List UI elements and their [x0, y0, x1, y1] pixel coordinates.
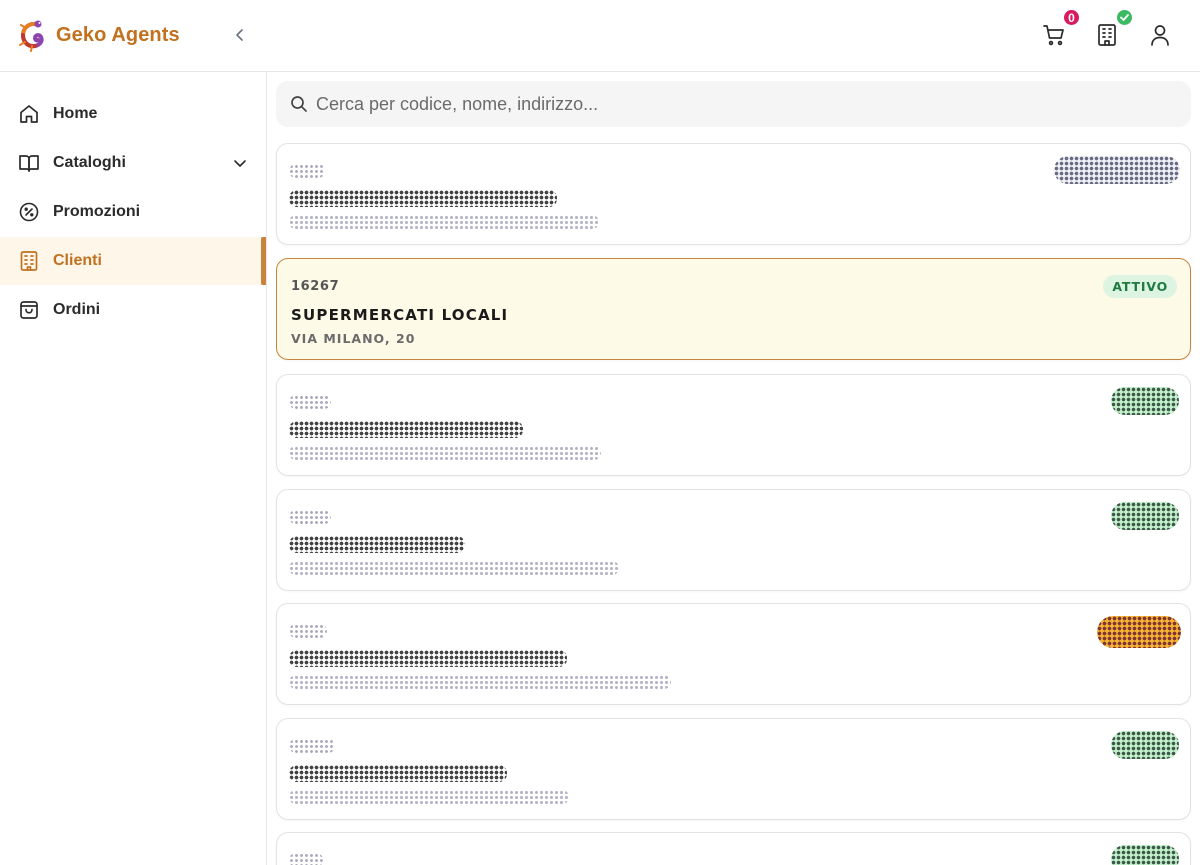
- redacted-address: [289, 215, 599, 229]
- redacted-name: [289, 765, 507, 782]
- chevron-left-icon: [236, 29, 243, 41]
- sidebar-item-home[interactable]: Home: [0, 90, 266, 138]
- search-icon: [291, 96, 307, 112]
- percent-badge-icon: [18, 201, 40, 223]
- redacted-status-badge: [1097, 616, 1181, 648]
- status-badge: ATTIVO: [1103, 275, 1177, 298]
- client-card[interactable]: [276, 374, 1191, 476]
- sidebar-item-clienti[interactable]: Clienti: [0, 237, 266, 285]
- redacted-name: [289, 421, 523, 438]
- company-button[interactable]: [1094, 22, 1120, 48]
- cart-icon: [1043, 25, 1064, 46]
- building-icon: [1098, 24, 1116, 46]
- client-name: SUPERMERCATI LOCALI: [291, 306, 509, 324]
- building-icon: [18, 250, 40, 272]
- collapse-sidebar-button[interactable]: [230, 25, 250, 45]
- client-card[interactable]: [276, 832, 1191, 865]
- redacted-code: [289, 624, 327, 638]
- redacted-code: [289, 853, 323, 865]
- sidebar-item-label: Home: [53, 105, 98, 122]
- redacted-address: [289, 561, 619, 575]
- user-profile-button[interactable]: [1147, 22, 1173, 48]
- chevron-down-icon[interactable]: [230, 153, 250, 173]
- sidebar-item-label: Ordini: [53, 301, 101, 318]
- shopping-bag-icon: [18, 299, 40, 321]
- cart-button[interactable]: [1041, 22, 1067, 48]
- active-indicator: [261, 237, 266, 285]
- client-card[interactable]: [276, 143, 1191, 245]
- redacted-status-badge: [1111, 731, 1179, 759]
- redacted-status-badge: [1111, 502, 1179, 530]
- brand-name: Geko Agents: [56, 23, 180, 46]
- sidebar: Home Cataloghi Promozioni Clienti Ordini: [0, 72, 267, 865]
- client-card[interactable]: [276, 718, 1191, 820]
- redacted-status-badge: [1111, 387, 1179, 415]
- redacted-address: [289, 790, 569, 804]
- redacted-name: [289, 536, 465, 553]
- redacted-address: [289, 675, 671, 689]
- client-card[interactable]: [276, 489, 1191, 591]
- redacted-status-badge: [1054, 156, 1180, 184]
- redacted-code: [289, 395, 331, 409]
- check-icon: [1120, 14, 1129, 21]
- redacted-status-badge: [1111, 845, 1179, 865]
- client-card[interactable]: [276, 603, 1191, 705]
- redacted-address: [289, 446, 601, 460]
- search-input[interactable]: [316, 93, 1176, 115]
- redacted-code: [289, 510, 331, 524]
- app-header: Geko Agents 0: [0, 0, 1200, 72]
- redacted-code: [289, 739, 335, 753]
- sidebar-item-cataloghi[interactable]: Cataloghi: [0, 139, 266, 187]
- home-icon: [18, 103, 40, 125]
- redacted-name: [289, 190, 557, 207]
- cart-count-badge: 0: [1062, 8, 1081, 27]
- client-card-selected[interactable]: 16267 ATTIVO SUPERMERCATI LOCALI VIA MIL…: [276, 258, 1191, 360]
- redacted-code: [289, 164, 325, 178]
- book-icon: [18, 152, 40, 174]
- client-address: VIA MILANO, 20: [291, 331, 416, 346]
- sidebar-item-promozioni[interactable]: Promozioni: [0, 188, 266, 236]
- sidebar-item-label: Cataloghi: [53, 154, 126, 171]
- sidebar-item-ordini[interactable]: Ordini: [0, 286, 266, 334]
- sidebar-item-label: Clienti: [53, 252, 102, 269]
- sync-status-badge: [1115, 8, 1134, 27]
- client-code: 16267: [291, 279, 340, 294]
- gecko-logo-icon: [19, 20, 44, 52]
- user-icon: [1151, 25, 1169, 46]
- sidebar-item-label: Promozioni: [53, 203, 141, 220]
- brand[interactable]: Geko Agents: [16, 18, 180, 52]
- client-search[interactable]: [276, 81, 1191, 127]
- redacted-name: [289, 650, 567, 667]
